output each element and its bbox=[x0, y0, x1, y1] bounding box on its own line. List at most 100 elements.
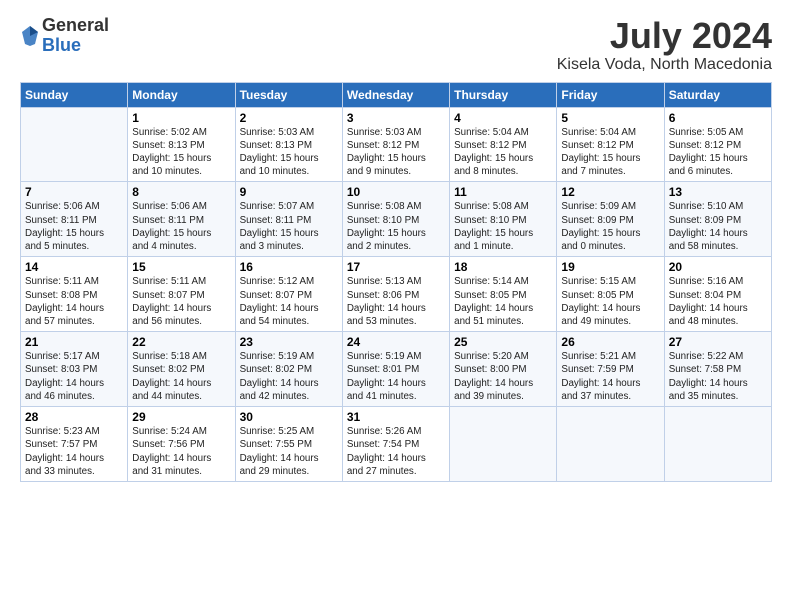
calendar-cell: 7Sunrise: 5:06 AM Sunset: 8:11 PM Daylig… bbox=[21, 182, 128, 257]
week-row-5: 28Sunrise: 5:23 AM Sunset: 7:57 PM Dayli… bbox=[21, 407, 772, 482]
logo-blue: Blue bbox=[42, 36, 109, 56]
week-row-3: 14Sunrise: 5:11 AM Sunset: 8:08 PM Dayli… bbox=[21, 257, 772, 332]
cell-info: Sunrise: 5:04 AM Sunset: 8:12 PM Dayligh… bbox=[454, 126, 552, 179]
col-header-monday: Monday bbox=[128, 82, 235, 107]
cell-info: Sunrise: 5:09 AM Sunset: 8:09 PM Dayligh… bbox=[561, 200, 659, 253]
calendar-cell: 15Sunrise: 5:11 AM Sunset: 8:07 PM Dayli… bbox=[128, 257, 235, 332]
cell-info: Sunrise: 5:12 AM Sunset: 8:07 PM Dayligh… bbox=[240, 275, 338, 328]
cell-info: Sunrise: 5:06 AM Sunset: 8:11 PM Dayligh… bbox=[132, 200, 230, 253]
calendar-cell: 23Sunrise: 5:19 AM Sunset: 8:02 PM Dayli… bbox=[235, 332, 342, 407]
date-number: 23 bbox=[240, 335, 338, 349]
cell-info: Sunrise: 5:02 AM Sunset: 8:13 PM Dayligh… bbox=[132, 126, 230, 179]
calendar-table: SundayMondayTuesdayWednesdayThursdayFrid… bbox=[20, 82, 772, 482]
calendar-cell: 5Sunrise: 5:04 AM Sunset: 8:12 PM Daylig… bbox=[557, 107, 664, 182]
calendar-cell: 25Sunrise: 5:20 AM Sunset: 8:00 PM Dayli… bbox=[450, 332, 557, 407]
cell-info: Sunrise: 5:25 AM Sunset: 7:55 PM Dayligh… bbox=[240, 425, 338, 478]
cell-info: Sunrise: 5:05 AM Sunset: 8:12 PM Dayligh… bbox=[669, 126, 767, 179]
calendar-cell: 11Sunrise: 5:08 AM Sunset: 8:10 PM Dayli… bbox=[450, 182, 557, 257]
calendar-cell: 30Sunrise: 5:25 AM Sunset: 7:55 PM Dayli… bbox=[235, 407, 342, 482]
date-number: 26 bbox=[561, 335, 659, 349]
col-header-friday: Friday bbox=[557, 82, 664, 107]
date-number: 17 bbox=[347, 260, 445, 274]
calendar-cell: 28Sunrise: 5:23 AM Sunset: 7:57 PM Dayli… bbox=[21, 407, 128, 482]
col-header-wednesday: Wednesday bbox=[342, 82, 449, 107]
date-number: 3 bbox=[347, 111, 445, 125]
logo-icon bbox=[20, 24, 40, 48]
calendar-cell bbox=[664, 407, 771, 482]
date-number: 30 bbox=[240, 410, 338, 424]
calendar-cell: 26Sunrise: 5:21 AM Sunset: 7:59 PM Dayli… bbox=[557, 332, 664, 407]
calendar-cell: 29Sunrise: 5:24 AM Sunset: 7:56 PM Dayli… bbox=[128, 407, 235, 482]
date-number: 4 bbox=[454, 111, 552, 125]
date-number: 19 bbox=[561, 260, 659, 274]
date-number: 12 bbox=[561, 185, 659, 199]
date-number: 20 bbox=[669, 260, 767, 274]
calendar-cell bbox=[450, 407, 557, 482]
calendar-cell bbox=[21, 107, 128, 182]
calendar-cell: 8Sunrise: 5:06 AM Sunset: 8:11 PM Daylig… bbox=[128, 182, 235, 257]
cell-info: Sunrise: 5:19 AM Sunset: 8:02 PM Dayligh… bbox=[240, 350, 338, 403]
calendar-cell: 21Sunrise: 5:17 AM Sunset: 8:03 PM Dayli… bbox=[21, 332, 128, 407]
date-number: 13 bbox=[669, 185, 767, 199]
cell-info: Sunrise: 5:17 AM Sunset: 8:03 PM Dayligh… bbox=[25, 350, 123, 403]
cell-info: Sunrise: 5:16 AM Sunset: 8:04 PM Dayligh… bbox=[669, 275, 767, 328]
header: General Blue July 2024 Kisela Voda, Nort… bbox=[20, 16, 772, 74]
date-number: 22 bbox=[132, 335, 230, 349]
cell-info: Sunrise: 5:26 AM Sunset: 7:54 PM Dayligh… bbox=[347, 425, 445, 478]
calendar-cell: 4Sunrise: 5:04 AM Sunset: 8:12 PM Daylig… bbox=[450, 107, 557, 182]
calendar-cell: 1Sunrise: 5:02 AM Sunset: 8:13 PM Daylig… bbox=[128, 107, 235, 182]
cell-info: Sunrise: 5:06 AM Sunset: 8:11 PM Dayligh… bbox=[25, 200, 123, 253]
page: General Blue July 2024 Kisela Voda, Nort… bbox=[0, 0, 792, 612]
calendar-cell: 31Sunrise: 5:26 AM Sunset: 7:54 PM Dayli… bbox=[342, 407, 449, 482]
calendar-cell: 19Sunrise: 5:15 AM Sunset: 8:05 PM Dayli… bbox=[557, 257, 664, 332]
cell-info: Sunrise: 5:04 AM Sunset: 8:12 PM Dayligh… bbox=[561, 126, 659, 179]
cell-info: Sunrise: 5:03 AM Sunset: 8:13 PM Dayligh… bbox=[240, 126, 338, 179]
calendar-cell: 18Sunrise: 5:14 AM Sunset: 8:05 PM Dayli… bbox=[450, 257, 557, 332]
cell-info: Sunrise: 5:22 AM Sunset: 7:58 PM Dayligh… bbox=[669, 350, 767, 403]
cell-info: Sunrise: 5:10 AM Sunset: 8:09 PM Dayligh… bbox=[669, 200, 767, 253]
date-number: 5 bbox=[561, 111, 659, 125]
week-row-2: 7Sunrise: 5:06 AM Sunset: 8:11 PM Daylig… bbox=[21, 182, 772, 257]
cell-info: Sunrise: 5:03 AM Sunset: 8:12 PM Dayligh… bbox=[347, 126, 445, 179]
cell-info: Sunrise: 5:19 AM Sunset: 8:01 PM Dayligh… bbox=[347, 350, 445, 403]
cell-info: Sunrise: 5:18 AM Sunset: 8:02 PM Dayligh… bbox=[132, 350, 230, 403]
cell-info: Sunrise: 5:11 AM Sunset: 8:08 PM Dayligh… bbox=[25, 275, 123, 328]
col-header-tuesday: Tuesday bbox=[235, 82, 342, 107]
date-number: 16 bbox=[240, 260, 338, 274]
calendar-cell: 12Sunrise: 5:09 AM Sunset: 8:09 PM Dayli… bbox=[557, 182, 664, 257]
calendar-cell: 16Sunrise: 5:12 AM Sunset: 8:07 PM Dayli… bbox=[235, 257, 342, 332]
date-number: 2 bbox=[240, 111, 338, 125]
date-number: 7 bbox=[25, 185, 123, 199]
date-number: 6 bbox=[669, 111, 767, 125]
col-header-thursday: Thursday bbox=[450, 82, 557, 107]
cell-info: Sunrise: 5:11 AM Sunset: 8:07 PM Dayligh… bbox=[132, 275, 230, 328]
calendar-cell bbox=[557, 407, 664, 482]
calendar-cell: 24Sunrise: 5:19 AM Sunset: 8:01 PM Dayli… bbox=[342, 332, 449, 407]
calendar-cell: 3Sunrise: 5:03 AM Sunset: 8:12 PM Daylig… bbox=[342, 107, 449, 182]
logo-text: General Blue bbox=[42, 16, 109, 56]
title-block: July 2024 Kisela Voda, North Macedonia bbox=[557, 16, 772, 74]
cell-info: Sunrise: 5:15 AM Sunset: 8:05 PM Dayligh… bbox=[561, 275, 659, 328]
cell-info: Sunrise: 5:08 AM Sunset: 8:10 PM Dayligh… bbox=[347, 200, 445, 253]
header-row: SundayMondayTuesdayWednesdayThursdayFrid… bbox=[21, 82, 772, 107]
calendar-cell: 13Sunrise: 5:10 AM Sunset: 8:09 PM Dayli… bbox=[664, 182, 771, 257]
week-row-4: 21Sunrise: 5:17 AM Sunset: 8:03 PM Dayli… bbox=[21, 332, 772, 407]
cell-info: Sunrise: 5:24 AM Sunset: 7:56 PM Dayligh… bbox=[132, 425, 230, 478]
logo-general: General bbox=[42, 16, 109, 36]
week-row-1: 1Sunrise: 5:02 AM Sunset: 8:13 PM Daylig… bbox=[21, 107, 772, 182]
date-number: 11 bbox=[454, 185, 552, 199]
col-header-saturday: Saturday bbox=[664, 82, 771, 107]
date-number: 31 bbox=[347, 410, 445, 424]
calendar-cell: 22Sunrise: 5:18 AM Sunset: 8:02 PM Dayli… bbox=[128, 332, 235, 407]
date-number: 25 bbox=[454, 335, 552, 349]
calendar-cell: 6Sunrise: 5:05 AM Sunset: 8:12 PM Daylig… bbox=[664, 107, 771, 182]
cell-info: Sunrise: 5:13 AM Sunset: 8:06 PM Dayligh… bbox=[347, 275, 445, 328]
cell-info: Sunrise: 5:21 AM Sunset: 7:59 PM Dayligh… bbox=[561, 350, 659, 403]
date-number: 9 bbox=[240, 185, 338, 199]
calendar-cell: 20Sunrise: 5:16 AM Sunset: 8:04 PM Dayli… bbox=[664, 257, 771, 332]
cell-info: Sunrise: 5:20 AM Sunset: 8:00 PM Dayligh… bbox=[454, 350, 552, 403]
calendar-cell: 2Sunrise: 5:03 AM Sunset: 8:13 PM Daylig… bbox=[235, 107, 342, 182]
date-number: 29 bbox=[132, 410, 230, 424]
cell-info: Sunrise: 5:07 AM Sunset: 8:11 PM Dayligh… bbox=[240, 200, 338, 253]
calendar-cell: 9Sunrise: 5:07 AM Sunset: 8:11 PM Daylig… bbox=[235, 182, 342, 257]
